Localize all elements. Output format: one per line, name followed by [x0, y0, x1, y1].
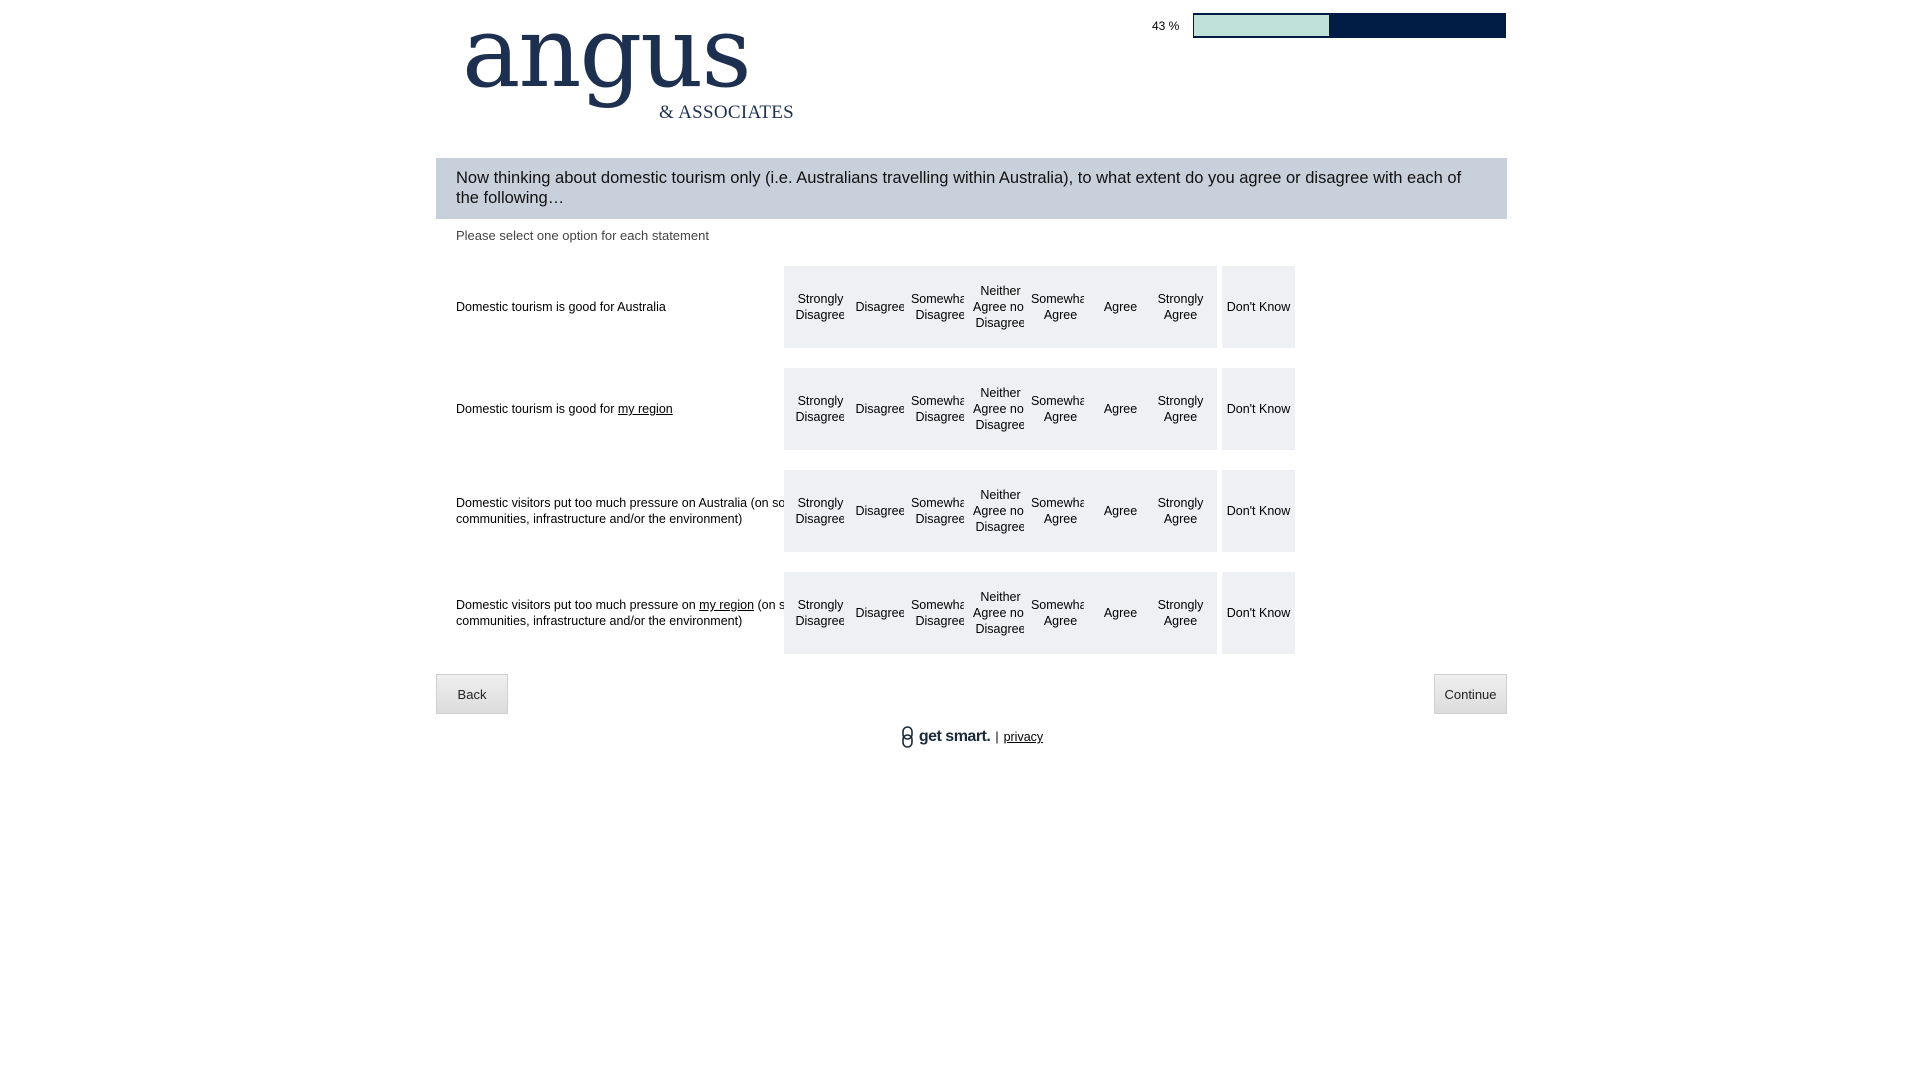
option-label: Don't Know	[1226, 300, 1291, 314]
option-label: Agree	[1103, 300, 1138, 314]
get-smart-link-icon	[902, 726, 913, 748]
option-label: Disagree	[855, 402, 906, 416]
get-smart-brand: get smart.	[918, 728, 991, 745]
option-label: Disagree	[855, 606, 906, 620]
option-strongly-agree[interactable]: Strongly Agree	[1144, 572, 1217, 654]
option-label: Don't Know	[1226, 504, 1291, 518]
statement-row: Domestic visitors put too much pressure …	[436, 572, 1507, 654]
progress-percentage: 43 %	[1152, 19, 1180, 33]
statement-text-part: Domestic tourism is good for Australia	[456, 300, 666, 314]
continue-button[interactable]: Continue	[1434, 674, 1507, 714]
privacy-link[interactable]: privacy	[1004, 730, 1044, 744]
option-strongly-agree[interactable]: Strongly Agree	[1144, 470, 1217, 552]
statement-row: Domestic tourism is good for my region St…	[436, 368, 1507, 450]
get-smart-logo: get smart.	[900, 726, 991, 748]
question-text: Now thinking about domestic tourism only…	[436, 158, 1507, 219]
option-label: Agree	[1103, 606, 1138, 620]
statement-text-part: Domestic tourism is good for	[456, 402, 618, 416]
option-label: Don't Know	[1226, 402, 1291, 416]
statement-emphasis: my region	[617, 402, 673, 416]
survey-page: angus & ASSOCIATES 43 % Now thinking abo…	[436, 0, 1507, 756]
header: angus & ASSOCIATES 43 %	[436, 0, 1507, 158]
angus-associates-logo: angus & ASSOCIATES	[462, 4, 802, 131]
option-don-t-know[interactable]: Don't Know	[1222, 368, 1295, 450]
option-label: Agree	[1103, 402, 1138, 416]
progress-fill	[1194, 15, 1329, 36]
statement-row: Domestic visitors put too much pressure …	[436, 470, 1507, 552]
statement-label: Domestic tourism is good for my region	[456, 401, 673, 417]
statement-label: Domestic tourism is good for Australia	[456, 299, 666, 315]
option-label: Disagree	[855, 300, 906, 314]
option-label: Agree	[1103, 504, 1138, 518]
navigation: Back Continue	[436, 674, 1507, 716]
progress-bar	[1193, 13, 1506, 38]
option-don-t-know[interactable]: Don't Know	[1222, 572, 1295, 654]
option-label: Strongly Agree	[1157, 598, 1204, 628]
statement-text-part: Domestic visitors put too much pressure …	[456, 496, 814, 526]
option-label: Disagree	[855, 504, 906, 518]
footer-separator: |	[995, 730, 999, 744]
statement-emphasis: my region	[699, 598, 755, 612]
logo-wordmark: angus	[462, 0, 752, 110]
option-label: Strongly Agree	[1157, 496, 1204, 526]
option-label: Strongly Agree	[1157, 394, 1204, 424]
option-label: Don't Know	[1226, 606, 1291, 620]
statement-row: Domestic tourism is good for Australia St…	[436, 266, 1507, 348]
option-strongly-agree[interactable]: Strongly Agree	[1144, 266, 1217, 348]
option-strongly-agree[interactable]: Strongly Agree	[1144, 368, 1217, 450]
back-button[interactable]: Back	[436, 674, 508, 714]
option-don-t-know[interactable]: Don't Know	[1222, 470, 1295, 552]
statement-text-part: Domestic visitors put too much pressure …	[456, 598, 700, 612]
instruction-text: Please select one option for each statem…	[456, 228, 709, 243]
likert-grid: Domestic tourism is good for Australia St…	[436, 266, 1507, 654]
option-don-t-know[interactable]: Don't Know	[1222, 266, 1295, 348]
footer: get smart. | privacy	[436, 726, 1507, 756]
logo-subtitle: & ASSOCIATES	[659, 102, 795, 123]
option-label: Strongly Agree	[1157, 292, 1204, 322]
